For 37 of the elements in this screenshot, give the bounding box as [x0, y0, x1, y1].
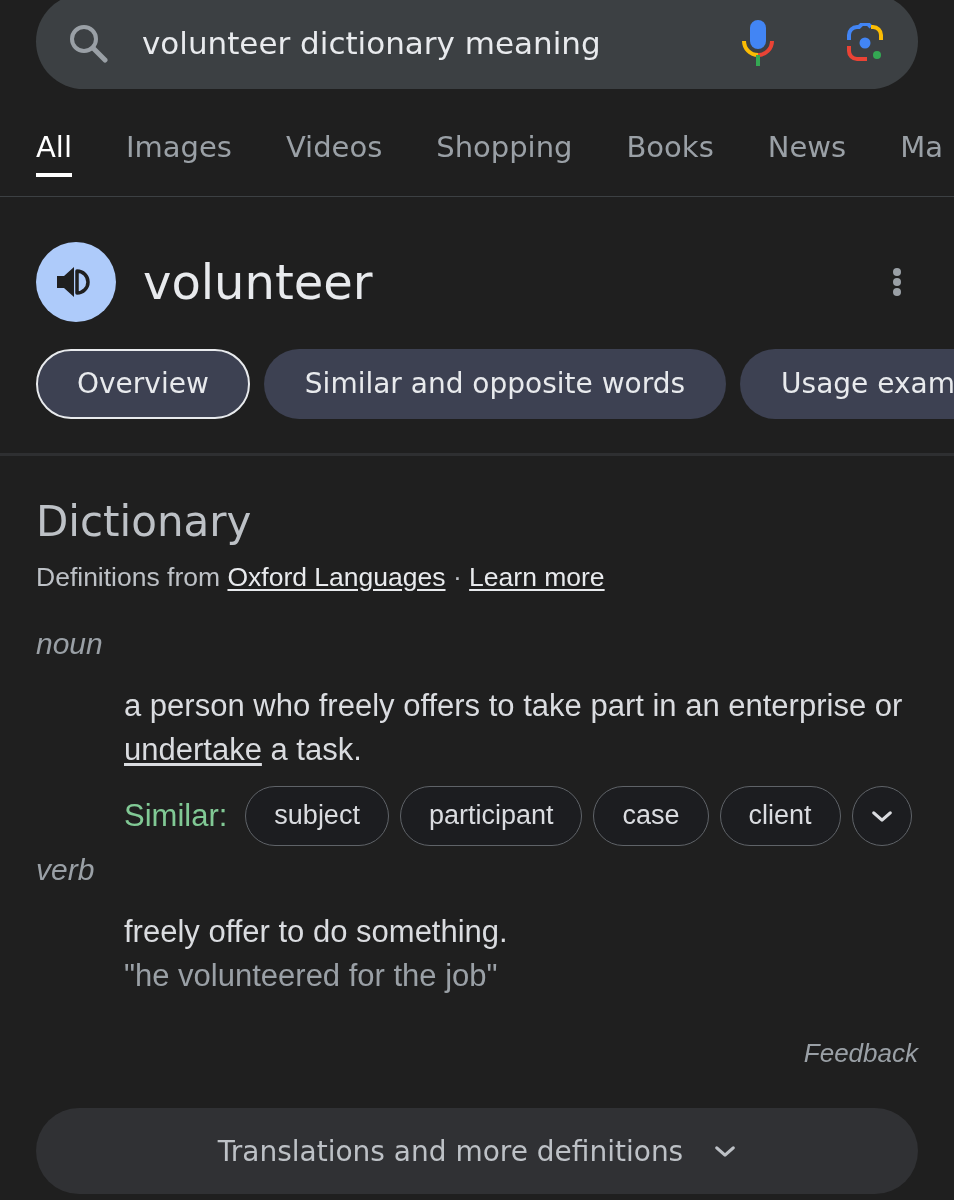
source-note: Definitions from Oxford Languages · Learn more [36, 561, 606, 594]
microphone-icon[interactable] [741, 19, 775, 66]
feedback-link[interactable]: Feedback [803, 1036, 918, 1070]
source-link[interactable]: Oxford Languages [227, 562, 446, 592]
camera-icon[interactable] [845, 22, 885, 63]
definition-text: a person who freely offers to take part in an enterprise or undertake a task. [124, 687, 904, 769]
speaker-icon[interactable] [36, 242, 116, 322]
similar-word-chip[interactable]: client [719, 786, 841, 846]
learn-more-link[interactable]: Learn more [469, 562, 605, 592]
similar-label: Similar: [124, 797, 228, 835]
search-tab[interactable]: Images [125, 129, 232, 177]
search-tab[interactable]: All [36, 129, 72, 177]
part-of-speech: verb [36, 852, 96, 888]
search-tab[interactable]: News [767, 129, 847, 177]
chevron-down-icon [714, 1144, 737, 1158]
section-heading: Dictionary [36, 497, 253, 547]
search-field[interactable]: volunteer dictionary meaning [36, 0, 918, 89]
similar-word-chip[interactable]: participant [399, 786, 583, 846]
example-sentence: "he volunteered for the job" [124, 957, 499, 995]
definition-text: freely offer to do something. [124, 913, 509, 951]
chevron-down-icon [870, 809, 893, 823]
section-tab[interactable]: Similar and opposite words [263, 349, 727, 419]
section-tab[interactable]: Overview [36, 349, 250, 419]
search-tab[interactable]: Ma [900, 129, 943, 177]
similar-word-chip[interactable]: case [593, 786, 709, 846]
word-link[interactable]: undertake [124, 732, 262, 767]
search-query-text: volunteer dictionary meaning [142, 23, 602, 63]
part-of-speech: noun [36, 626, 104, 662]
headword: volunteer [143, 253, 374, 312]
similar-word-chip[interactable]: subject [245, 786, 389, 846]
search-tab[interactable]: Books [626, 129, 714, 177]
search-tab[interactable]: Videos [285, 129, 383, 177]
search-icon [68, 22, 108, 63]
section-tab[interactable]: Usage exam [740, 349, 954, 419]
search-tab[interactable]: Shopping [436, 129, 573, 177]
more-options-icon[interactable] [892, 268, 902, 296]
more-definitions-button[interactable]: Translations and more definitions [36, 1108, 918, 1194]
